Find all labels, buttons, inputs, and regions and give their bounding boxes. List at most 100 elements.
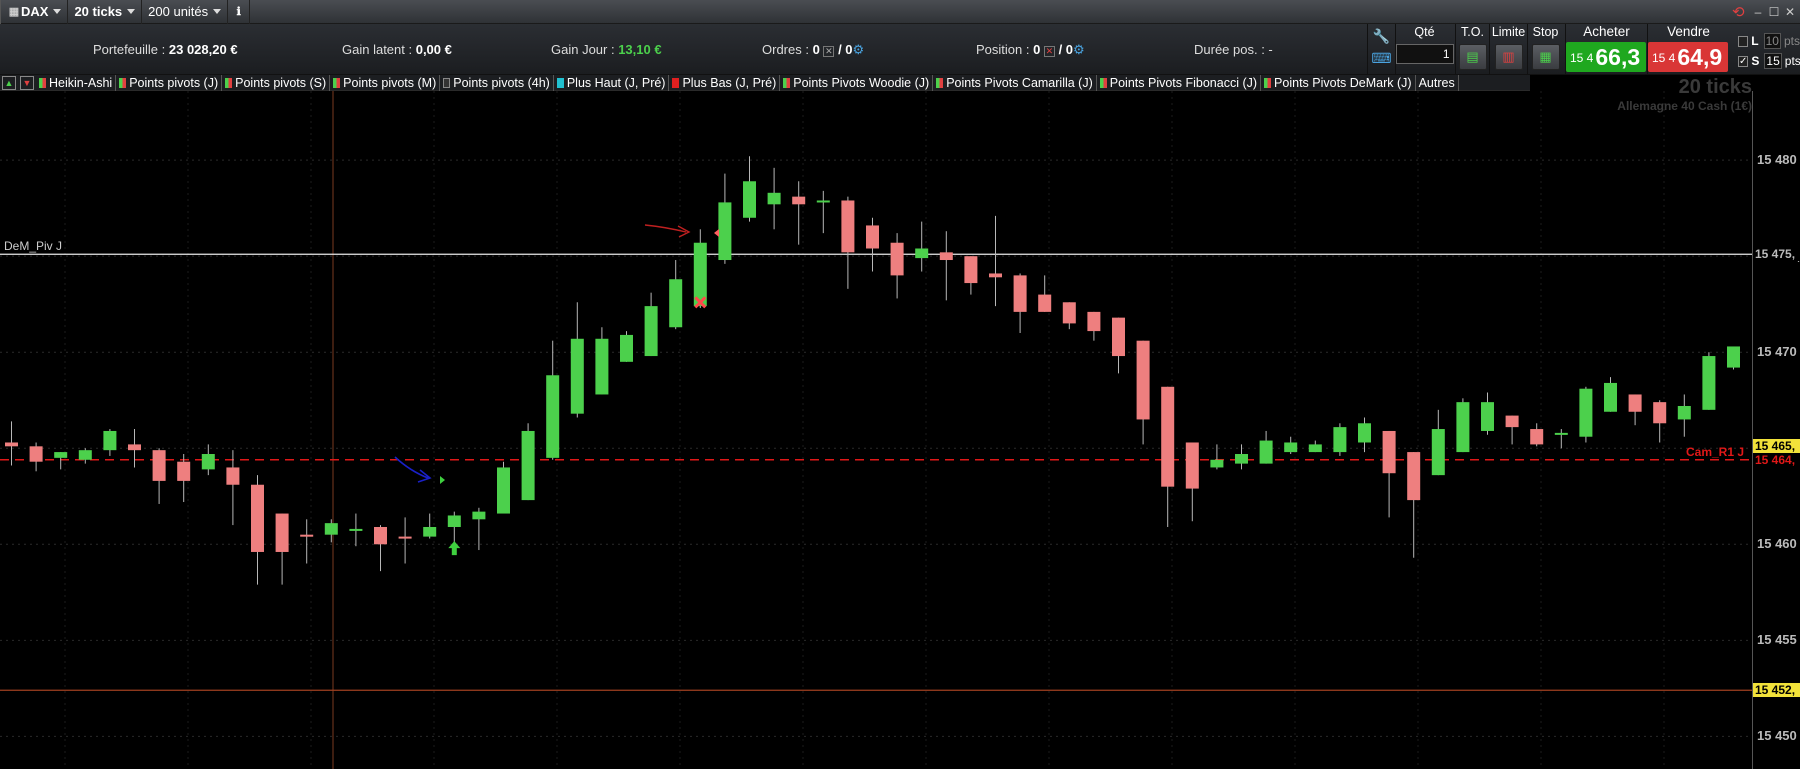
indicator-color-icon [672, 77, 680, 88]
price-chart[interactable] [0, 91, 1752, 769]
indicator-toggle[interactable]: Autres [1416, 74, 1459, 91]
chevron-down-icon [53, 9, 62, 14]
position-label: Position : [976, 42, 1034, 57]
stop-order-button[interactable]: ▦ [1531, 44, 1560, 70]
indicator-toggle[interactable]: Plus Haut (J, Pré) [554, 74, 670, 91]
side-unit-1: pts [1783, 34, 1800, 48]
candle-body [29, 446, 43, 462]
candle-body [423, 526, 437, 537]
close-position-icon[interactable]: ✕ [1043, 46, 1055, 57]
indicator-label: Points Pivots DeMark (J) [1274, 75, 1412, 90]
instrument-dropdown[interactable]: ▦ DAX [0, 0, 69, 24]
indicator-toggle[interactable]: Points Pivots Woodie (J) [780, 74, 934, 91]
candle-body [1727, 346, 1740, 368]
candle-body [472, 511, 486, 520]
unrealized-label: Gain latent : [342, 42, 416, 57]
chevron-down-icon [213, 9, 222, 14]
close-icon[interactable]: ✕ [1782, 5, 1798, 19]
gears-icon[interactable]: ⚙ [853, 42, 865, 57]
limit-panel: Limite ▥ [1489, 24, 1527, 75]
window-controls: ⟲ – ☐ ✕ [1732, 0, 1798, 24]
candle-body [1530, 429, 1544, 445]
candle-body [497, 467, 510, 514]
position-value: 0 [1033, 42, 1041, 57]
orders-stat[interactable]: Ordres : 0 ✕ / 0⚙ [762, 42, 864, 58]
candle-body [1308, 444, 1322, 453]
trade-order-button[interactable]: ▤ [1458, 44, 1487, 70]
checkbox-l[interactable] [1738, 35, 1749, 47]
indicator-color-icon [225, 77, 233, 88]
scroll-down-icon[interactable]: ▼ [20, 75, 34, 90]
buy-label: Acheter [1583, 24, 1630, 39]
price-axis[interactable]: 15 480 15 475, 15 470 15 465, 15 460 15 455 15… [1752, 91, 1800, 769]
candle-body [1062, 302, 1076, 324]
portfolio-value: 23 028,20 € [168, 42, 238, 57]
candle-body [152, 450, 166, 481]
quantity-input[interactable] [1395, 44, 1454, 64]
cancel-orders-icon[interactable]: ✕ [823, 46, 835, 57]
indicator-label: Points Pivots Fibonacci (J) [1109, 75, 1258, 90]
indicator-color-icon [936, 77, 944, 88]
buy-price-prefix: 15 4 [1570, 51, 1594, 65]
instrument-label: DAX [21, 4, 49, 19]
indicator-toggle[interactable]: Points Pivots DeMark (J) [1261, 74, 1416, 91]
level-line-label: DeM_Piv J [4, 239, 63, 254]
scroll-up-icon[interactable]: ▲ [2, 75, 16, 90]
position-value-pending: / 0 [1058, 42, 1074, 57]
indicator-toggle[interactable]: Points pivots (4h) [440, 74, 554, 91]
indicator-color-icon [1099, 77, 1107, 88]
indicator-toggle[interactable]: Points Pivots Camarilla (J) [933, 74, 1097, 91]
interval-dropdown[interactable]: 20 ticks [68, 0, 143, 24]
indicator-label: Points pivots (4h) [453, 75, 550, 90]
indicator-toggle[interactable]: Plus Bas (J, Pré) [669, 74, 781, 91]
chevron-down-icon [127, 9, 136, 14]
buy-button[interactable]: 15 4 66,3 [1566, 42, 1646, 72]
annotation-arrow-icon [394, 456, 432, 483]
minimize-icon[interactable]: – [1750, 5, 1766, 19]
axis-price-label: 15 475, [1753, 247, 1800, 262]
quantity-panel: Qté [1395, 24, 1454, 75]
indicator-toggle[interactable]: Heikin-Ashi [36, 74, 117, 91]
indicator-toggle[interactable]: Points Pivots Fibonacci (J) [1097, 74, 1262, 91]
to-label: T.O. [1461, 25, 1484, 39]
gears-icon[interactable]: ⚙ [1073, 42, 1085, 57]
indicator-label: Points Pivots Woodie (J) [793, 75, 930, 90]
side-value-1[interactable]: 10 [1763, 33, 1781, 49]
keyboard-icon[interactable]: ⌨ [1371, 50, 1391, 67]
checkbox-s[interactable]: ✓ [1738, 55, 1749, 67]
small-marker-icon [714, 229, 719, 237]
sync-icon[interactable]: ⟲ [1732, 3, 1750, 21]
candle-body [1112, 317, 1125, 357]
candle-body [1087, 311, 1101, 332]
indicator-toggle[interactable]: Points pivots (S) [222, 74, 331, 91]
drag-grip-icon[interactable]: ▦ [7, 0, 21, 24]
candle-body [78, 450, 92, 460]
indicator-toggle[interactable]: Points pivots (J) [116, 74, 223, 91]
candle-body [570, 338, 584, 414]
level-line-label: Cam_R1 J [1686, 444, 1745, 459]
side-options: L 10 pts ✓ S 15 pts [1738, 31, 1800, 71]
candle-body [1481, 402, 1494, 431]
order-tools-column: 🔧 ⌨ [1367, 24, 1395, 75]
candle-body [669, 279, 683, 328]
maximize-icon[interactable]: ☐ [1766, 5, 1782, 19]
sell-button[interactable]: 15 4 64,9 [1648, 42, 1728, 72]
side-value-2[interactable]: 15 [1764, 53, 1782, 69]
axis-price-label: 15 464, [1753, 452, 1800, 467]
candle-body [1653, 402, 1667, 424]
candle-body [1185, 442, 1199, 489]
wrench-icon[interactable]: 🔧 [1373, 28, 1390, 45]
indicator-toggle[interactable]: Points pivots (M) [330, 74, 441, 91]
candle-body [1358, 423, 1371, 443]
info-button[interactable]: ℹ [228, 0, 251, 24]
portfolio-stat: Portefeuille : 23 028,20 € [93, 42, 238, 57]
position-stat[interactable]: Position : 0 ✕ / 0⚙ [976, 42, 1085, 58]
candle-body [595, 338, 609, 395]
limit-order-button[interactable]: ▥ [1494, 44, 1523, 70]
candle-body [620, 334, 633, 362]
indicator-label: Points pivots (M) [343, 75, 437, 90]
candle-body [1702, 356, 1716, 410]
candle-body [226, 467, 240, 485]
orders-label: Ordres : [762, 42, 813, 57]
units-dropdown[interactable]: 200 unités [142, 0, 229, 24]
